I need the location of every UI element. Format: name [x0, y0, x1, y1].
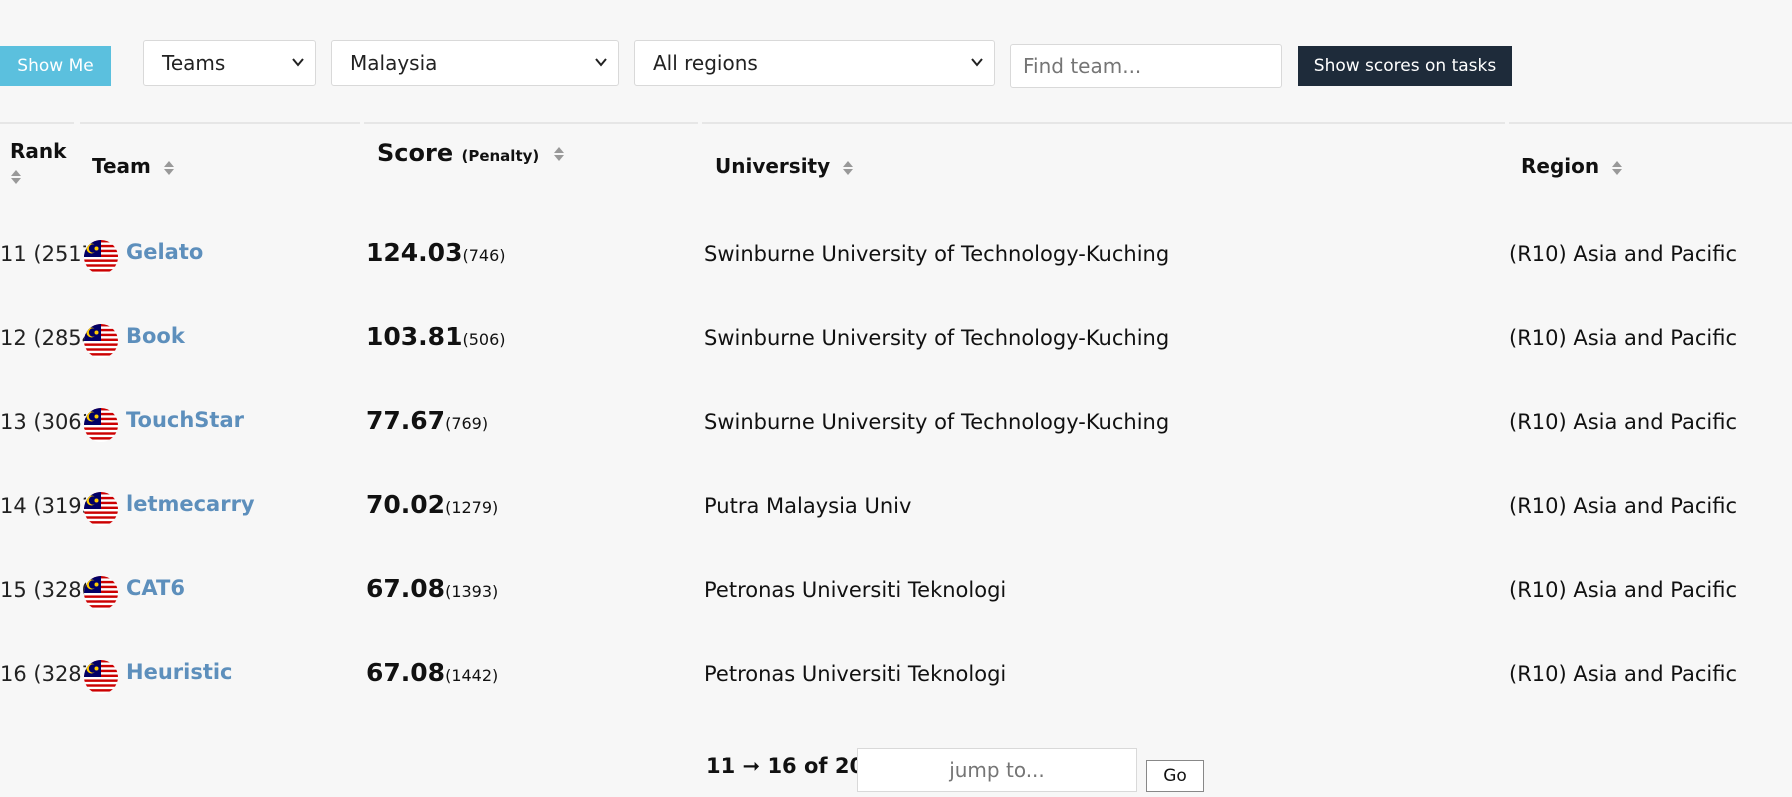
score-value: 67.08	[366, 658, 446, 687]
penalty-value: (746)	[462, 246, 506, 265]
page-range: 11 ➞ 16 of 20.	[706, 754, 873, 778]
pagination: 11 ➞ 16 of 20. Go	[0, 748, 1792, 794]
rank-cell: 12 (2854)	[0, 326, 86, 350]
university-cell: Petronas Universiti Teknologi	[704, 662, 1007, 686]
go-button[interactable]: Go	[1146, 760, 1204, 792]
header-divider	[0, 122, 74, 124]
find-team-input[interactable]	[1010, 44, 1282, 88]
score-header[interactable]: Score (Penalty)	[377, 139, 565, 167]
chevron-down-icon	[595, 58, 607, 67]
header-divider	[80, 122, 360, 124]
team-header-label: Team	[92, 154, 151, 178]
type-select[interactable]: Teams	[143, 40, 316, 86]
penalty-value: (1393)	[445, 582, 499, 601]
region-cell: (R10) Asia and Pacific	[1509, 494, 1737, 518]
team-link[interactable]: Book	[126, 324, 185, 348]
team-link[interactable]: TouchStar	[126, 408, 244, 432]
rank-cell: 15 (3286)	[0, 578, 86, 602]
region-cell: (R10) Asia and Pacific	[1509, 326, 1737, 350]
university-header[interactable]: University	[715, 154, 854, 178]
country-select-value: Malaysia	[350, 51, 438, 75]
sort-arrows-icon[interactable]	[842, 159, 854, 177]
penalty-value: (506)	[462, 330, 506, 349]
type-select-value: Teams	[162, 51, 226, 75]
rank-cell: 13 (3061)	[0, 410, 86, 434]
region-cell: (R10) Asia and Pacific	[1509, 242, 1737, 266]
country-select[interactable]: Malaysia	[331, 40, 619, 86]
score-cell: 67.08(1393)	[366, 574, 498, 603]
chevron-down-icon	[292, 58, 304, 67]
malaysia-flag-icon	[84, 240, 118, 274]
penalty-value: (1442)	[445, 666, 499, 685]
score-value: 70.02	[366, 490, 446, 519]
university-cell: Putra Malaysia Univ	[704, 494, 912, 518]
score-value: 77.67	[366, 406, 446, 435]
sort-arrows-icon[interactable]	[163, 159, 175, 177]
show-me-button[interactable]: Show Me	[0, 46, 111, 86]
score-value: 67.08	[366, 574, 446, 603]
university-cell: Swinburne University of Technology-Kuchi…	[704, 410, 1170, 434]
university-cell: Petronas Universiti Teknologi	[704, 578, 1007, 602]
malaysia-flag-icon	[84, 324, 118, 358]
team-link[interactable]: Heuristic	[126, 660, 233, 684]
show-scores-button[interactable]: Show scores on tasks	[1298, 46, 1512, 86]
university-cell: Swinburne University of Technology-Kuchi…	[704, 326, 1170, 350]
score-value: 124.03	[366, 238, 463, 267]
region-cell: (R10) Asia and Pacific	[1509, 410, 1737, 434]
rank-cell: 11 (2517)	[0, 242, 86, 266]
score-cell: 77.67(769)	[366, 406, 488, 435]
region-cell: (R10) Asia and Pacific	[1509, 578, 1737, 602]
chevron-down-icon	[971, 58, 983, 67]
team-link[interactable]: Gelato	[126, 240, 203, 264]
region-cell: (R10) Asia and Pacific	[1509, 662, 1737, 686]
university-header-label: University	[715, 154, 831, 178]
table-row: 11 (2517) Gelato 124.03(746) Swinburne U…	[0, 238, 1792, 326]
header-divider	[1509, 122, 1792, 124]
table-row: 14 (3193) letmecarry 70.02(1279) Putra M…	[0, 490, 1792, 578]
sort-arrows-icon[interactable]	[1611, 159, 1623, 177]
malaysia-flag-icon	[84, 492, 118, 526]
score-header-label: Score	[377, 139, 454, 167]
penalty-value: (769)	[445, 414, 489, 433]
region-header-label: Region	[1521, 154, 1600, 178]
team-link[interactable]: letmecarry	[126, 492, 255, 516]
filter-toolbar: Show Me Teams Malaysia All regions Show …	[0, 40, 1792, 88]
score-cell: 70.02(1279)	[366, 490, 498, 519]
malaysia-flag-icon	[84, 576, 118, 610]
table-row: 16 (3287) Heuristic 67.08(1442) Petronas…	[0, 658, 1792, 746]
university-cell: Swinburne University of Technology-Kuchi…	[704, 242, 1170, 266]
team-header[interactable]: Team	[92, 154, 175, 178]
malaysia-flag-icon	[84, 660, 118, 694]
header-divider	[364, 122, 698, 124]
region-header[interactable]: Region	[1521, 154, 1623, 178]
table-row: 13 (3061) TouchStar 77.67(769) Swinburne…	[0, 406, 1792, 494]
sort-arrows-icon[interactable]	[553, 145, 565, 163]
header-divider	[702, 122, 1505, 124]
sort-arrows-icon[interactable]	[10, 168, 22, 186]
region-select-value: All regions	[653, 51, 758, 75]
rank-cell: 14 (3193)	[0, 494, 86, 518]
score-cell: 124.03(746)	[366, 238, 506, 267]
penalty-value: (1279)	[445, 498, 499, 517]
score-cell: 103.81(506)	[366, 322, 506, 351]
penalty-header-label: (Penalty)	[461, 147, 540, 165]
rank-header-label: Rank	[10, 139, 67, 163]
jump-to-input[interactable]	[857, 748, 1137, 792]
table-row: 12 (2854) Book 103.81(506) Swinburne Uni…	[0, 322, 1792, 410]
malaysia-flag-icon	[84, 408, 118, 442]
score-value: 103.81	[366, 322, 463, 351]
rank-cell: 16 (3287)	[0, 662, 86, 686]
region-select[interactable]: All regions	[634, 40, 995, 86]
rank-header[interactable]: Rank	[10, 139, 66, 187]
table-row: 15 (3286) CAT6 67.08(1393) Petronas Univ…	[0, 574, 1792, 662]
team-link[interactable]: CAT6	[126, 576, 185, 600]
score-cell: 67.08(1442)	[366, 658, 498, 687]
